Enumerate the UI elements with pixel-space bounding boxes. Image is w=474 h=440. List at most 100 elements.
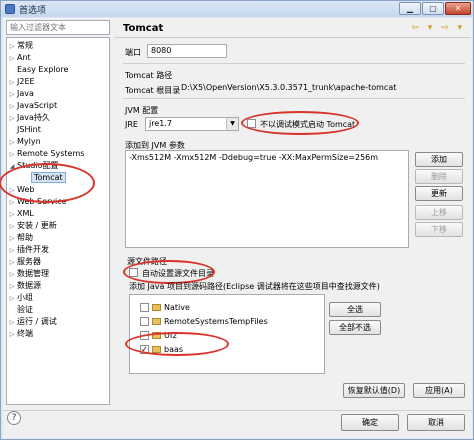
- tree-item[interactable]: Easy Explore: [7, 64, 68, 75]
- deselect-all-button[interactable]: 全部不选: [329, 320, 381, 335]
- chevron-right-icon[interactable]: ▷: [7, 281, 17, 292]
- tree-item[interactable]: ▷ Ant: [7, 52, 31, 63]
- jvm-params-textarea[interactable]: -Xms512M -Xmx512M -Ddebug=true -XX:MaxPe…: [125, 150, 409, 248]
- chevron-right-icon[interactable]: ▷: [7, 317, 17, 328]
- list-item[interactable]: RemoteSystemsTempFiles: [132, 315, 268, 328]
- back-forward-icon[interactable]: ⇦ ▾ ⇨ ▾: [411, 23, 465, 33]
- tree-item[interactable]: ▷ Java: [7, 88, 34, 99]
- list-item[interactable]: Native: [132, 301, 190, 314]
- tree-item-label: 数据管理: [17, 269, 49, 278]
- list-item[interactable]: ✓ baas: [132, 343, 183, 356]
- tree-item[interactable]: ▷ 帮助: [7, 232, 33, 243]
- tomcat-root-value[interactable]: D:\X5\OpenVersion\X5.3.0.3571_trunk\apac…: [181, 81, 465, 95]
- chevron-right-icon[interactable]: ▷: [7, 233, 17, 244]
- tree-item-label: 插件开发: [17, 245, 49, 254]
- tree-item[interactable]: ▷ 安装 / 更新: [7, 220, 57, 231]
- preferences-tree: ▷ 常规 ▷ Ant Easy Explore ▷ J2EE ▷ Java ▷ JavaScript…: [6, 37, 110, 405]
- tree-item[interactable]: ▷ 数据源: [7, 280, 41, 291]
- folder-icon: [152, 318, 161, 325]
- tomcat-panel: Tomcat ⇦ ▾ ⇨ ▾ 端口 8080 Tomcat 路径 Tomcat …: [115, 18, 471, 408]
- project-checkbox[interactable]: [140, 303, 149, 312]
- project-name: UI2: [164, 331, 178, 340]
- list-item[interactable]: UI2: [132, 329, 177, 342]
- chevron-right-icon[interactable]: ▷: [7, 137, 17, 148]
- jre-label: JRE: [125, 120, 138, 129]
- tree-item[interactable]: ▷ J2EE: [7, 76, 35, 87]
- chevron-right-icon[interactable]: ▷: [7, 245, 17, 256]
- debug-checkbox[interactable]: [247, 119, 256, 128]
- tree-item[interactable]: ▷ 终端: [7, 328, 33, 339]
- jvm-section: JVM 配置: [125, 106, 159, 115]
- projects-label: 添加 Java 项目到源码路径(Eclipse 调试器将在这些项目中查找源文件): [129, 282, 380, 291]
- tree-item[interactable]: ▷ 运行 / 调试: [7, 316, 57, 327]
- chevron-right-icon[interactable]: ▷: [7, 269, 17, 280]
- select-all-button[interactable]: 全选: [329, 302, 381, 317]
- tree-item[interactable]: ▷ JavaScript: [7, 100, 57, 111]
- preferences-window: 首选项 ▁ ▢ ✕ ▷常规▷AntEasy Explore▷J2EE▷Java▷…: [0, 0, 474, 440]
- tree-item[interactable]: ▷ Java持久: [7, 112, 50, 123]
- chevron-right-icon[interactable]: ▷: [7, 149, 17, 160]
- tree-item-label: 服务器: [17, 257, 41, 266]
- tree-item[interactable]: ▷ 小组: [7, 292, 33, 303]
- tree-item[interactable]: ▷ Remote Systems: [7, 148, 85, 160]
- move-down-button[interactable]: 下移: [415, 222, 463, 237]
- tree-item-label: Ant: [17, 53, 31, 62]
- restore-defaults-button[interactable]: 恢复默认值(D): [343, 383, 405, 398]
- add-button[interactable]: 添加: [415, 152, 463, 167]
- chevron-right-icon[interactable]: ▷: [7, 209, 17, 220]
- apply-button[interactable]: 应用(A): [413, 383, 465, 398]
- update-button[interactable]: 更新: [415, 186, 463, 201]
- tree-item[interactable]: ▷ 服务器: [7, 256, 41, 267]
- cancel-button[interactable]: 取消: [407, 414, 465, 431]
- minimize-button[interactable]: ▁: [399, 2, 421, 15]
- chevron-right-icon[interactable]: ▷: [7, 113, 17, 124]
- chevron-right-icon[interactable]: ▷: [7, 221, 17, 232]
- tree-item[interactable]: ▷ XML: [7, 208, 34, 219]
- tree-item[interactable]: JSHint: [7, 124, 41, 135]
- tree-item-label: Mylyn: [17, 137, 41, 146]
- delete-button[interactable]: 删除: [415, 169, 463, 184]
- chevron-right-icon[interactable]: ▷: [7, 257, 17, 268]
- jre-select-value: jre1.7: [149, 119, 172, 128]
- tree-item-label: Easy Explore: [17, 65, 69, 74]
- tree-item[interactable]: ▷ Web: [7, 184, 35, 196]
- chevron-right-icon[interactable]: ▷: [7, 77, 17, 88]
- tree-item-label: Web: [17, 185, 35, 194]
- chevron-right-icon[interactable]: ▷: [7, 89, 17, 100]
- maximize-button[interactable]: ▢: [422, 2, 444, 15]
- move-up-button[interactable]: 上移: [415, 205, 463, 220]
- jre-select[interactable]: jre1.7 ▼: [145, 117, 239, 131]
- chevron-right-icon[interactable]: ▷: [7, 53, 17, 64]
- project-name: baas: [164, 345, 184, 354]
- tree-item[interactable]: ◢ Studio配置: [7, 160, 59, 172]
- filter-input[interactable]: [6, 20, 110, 35]
- chevron-right-icon[interactable]: ▷: [7, 101, 17, 112]
- project-checkbox[interactable]: [140, 317, 149, 326]
- close-button[interactable]: ✕: [445, 2, 471, 15]
- tree-item[interactable]: Tomcat: [21, 172, 66, 183]
- project-checkbox[interactable]: [140, 331, 149, 340]
- tree-item-label: J2EE: [17, 77, 35, 86]
- chevron-right-icon[interactable]: ▷: [7, 329, 17, 340]
- chevron-right-icon[interactable]: ▷: [7, 197, 17, 208]
- tree-item[interactable]: ▷ Web Service: [7, 196, 67, 207]
- tree-item-label: XML: [17, 209, 34, 218]
- tree-item[interactable]: ▷ 常规: [7, 40, 33, 51]
- ok-button[interactable]: 确定: [341, 414, 399, 431]
- tree-item[interactable]: ▷ Mylyn: [7, 136, 41, 147]
- app-icon: [5, 4, 15, 14]
- tree-item[interactable]: 验证: [7, 304, 33, 315]
- dialog-body: ▷常规▷AntEasy Explore▷J2EE▷Java▷JavaScript…: [0, 18, 472, 438]
- tree-item-label: JSHint: [17, 125, 41, 134]
- auto-source-checkbox[interactable]: [129, 268, 138, 277]
- chevron-right-icon[interactable]: ▷: [7, 41, 17, 52]
- tree-item-label: 安装 / 更新: [17, 221, 57, 230]
- chevron-down-icon[interactable]: ◢: [7, 161, 17, 172]
- tree-item[interactable]: ▷ 插件开发: [7, 244, 49, 255]
- port-input[interactable]: 8080: [147, 44, 227, 58]
- tree-item[interactable]: ▷ 数据管理: [7, 268, 49, 279]
- project-checkbox[interactable]: ✓: [140, 345, 149, 354]
- chevron-right-icon[interactable]: ▷: [7, 185, 17, 196]
- chevron-right-icon[interactable]: ▷: [7, 293, 17, 304]
- help-icon[interactable]: ?: [7, 411, 21, 425]
